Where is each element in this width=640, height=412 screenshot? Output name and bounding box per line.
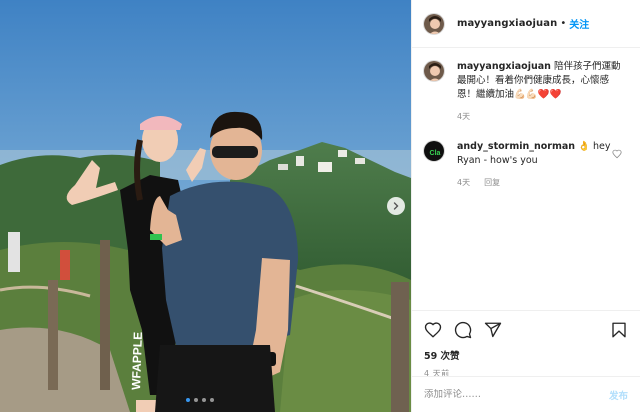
post-sidebar: mayyangxiaojuan • 关注 mayyangxiaojuan 陪伴孩… <box>411 0 640 412</box>
comments-section: mayyangxiaojuan 陪伴孩子們運動最開心！看着你們健康成長，心懷感恩… <box>412 60 640 190</box>
comment-icon <box>454 321 472 339</box>
post-comment-button[interactable]: 发布 <box>609 388 628 402</box>
avatar[interactable] <box>423 12 445 35</box>
heart-icon <box>612 149 622 159</box>
comment-emoji: 👌 <box>578 141 590 152</box>
shirt-text: WFAPPLE <box>129 332 145 390</box>
like-comment-button[interactable] <box>612 144 622 163</box>
separator-dot: • <box>560 18 567 29</box>
comment-body: andy_stormin_norman 👌 hey Ryan - how's y… <box>457 140 627 190</box>
avatar-image: Cla <box>424 141 444 161</box>
add-comment-bar: 发布 <box>412 376 640 412</box>
caption: mayyangxiaojuan 陪伴孩子們運動最開心！看着你們健康成長，心懷感恩… <box>412 60 640 124</box>
header-username[interactable]: mayyangxiaojuan <box>457 18 557 29</box>
carousel-indicator <box>186 398 214 402</box>
share-button[interactable] <box>484 321 502 339</box>
action-icons <box>424 319 628 341</box>
avatar-image <box>424 61 444 81</box>
comment-input[interactable] <box>424 389 609 400</box>
heart-icon <box>424 322 442 338</box>
avatar[interactable]: Cla <box>423 140 445 162</box>
carousel-dot <box>186 398 190 402</box>
caption-username[interactable]: mayyangxiaojuan <box>457 61 551 72</box>
post-photo[interactable]: WFAPPLE <box>0 0 411 412</box>
comment-meta: 4天 回复 <box>457 176 627 190</box>
comment-item: Cla andy_stormin_norman 👌 hey Ryan - how… <box>412 140 640 190</box>
comment-button[interactable] <box>454 321 472 339</box>
save-button[interactable] <box>610 321 628 339</box>
next-slide-button[interactable] <box>387 197 405 215</box>
avatar[interactable] <box>423 60 445 82</box>
caption-body: mayyangxiaojuan 陪伴孩子們運動最開心！看着你們健康成長，心懷感恩… <box>457 60 627 124</box>
action-bar: 59 次赞 4 天前 <box>412 310 640 379</box>
follow-button[interactable]: 关注 <box>569 16 589 31</box>
comment-time[interactable]: 4天 <box>457 176 470 190</box>
caption-time[interactable]: 4天 <box>457 110 470 124</box>
avatar-image <box>424 13 444 34</box>
chevron-right-icon <box>393 202 399 210</box>
likes-count[interactable]: 59 次赞 <box>424 348 628 362</box>
carousel-dot <box>194 398 198 402</box>
comment-username[interactable]: andy_stormin_norman <box>457 141 575 152</box>
hiking-photo: WFAPPLE <box>0 0 411 412</box>
like-button[interactable] <box>424 321 442 339</box>
post-header: mayyangxiaojuan • 关注 <box>412 0 640 48</box>
carousel-dot <box>210 398 214 402</box>
bookmark-icon <box>612 322 626 338</box>
share-icon <box>484 322 502 338</box>
caption-meta: 4天 <box>457 110 627 124</box>
carousel-dot <box>202 398 206 402</box>
reply-button[interactable]: 回复 <box>484 176 500 190</box>
svg-text:Cla: Cla <box>430 150 441 157</box>
